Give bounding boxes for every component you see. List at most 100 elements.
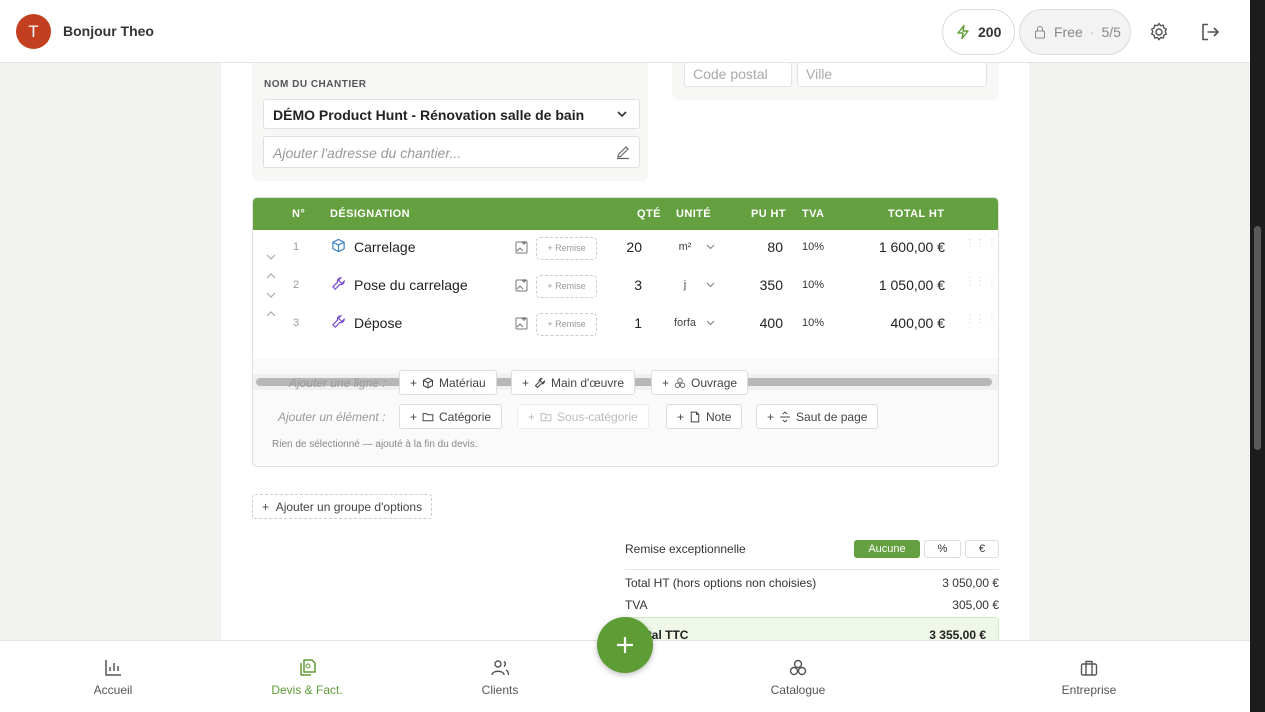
chevron-down-icon[interactable]	[705, 317, 716, 328]
add-note-button[interactable]: + Note	[666, 404, 743, 429]
chevron-down-icon[interactable]	[265, 290, 277, 299]
scrollbar-thumb[interactable]	[1254, 226, 1261, 450]
row-qte[interactable]: 3	[608, 277, 642, 293]
row-total-ht: 1 050,00 €	[878, 277, 945, 293]
row-designation[interactable]: Dépose	[354, 315, 402, 331]
selection-hint: Rien de sélectionné — ajouté à la fin du…	[272, 439, 478, 450]
remise-option-euro[interactable]: €	[965, 540, 999, 558]
add-ouvrage-button[interactable]: + Ouvrage	[651, 370, 749, 395]
chantier-value: DÉMO Product Hunt - Rénovation salle de …	[273, 107, 585, 123]
add-saut-page-label: Saut de page	[796, 409, 868, 424]
row-pu-ht[interactable]: 350	[733, 277, 783, 293]
plus-icon: +	[410, 375, 418, 390]
plan-badge[interactable]: Free · 5/5	[1019, 9, 1131, 55]
add-categorie-button[interactable]: + Catégorie	[399, 404, 503, 429]
table-row[interactable]: 2 Pose du carrelage + Remise 3 j 350 10%…	[253, 268, 998, 306]
chevron-down-icon[interactable]	[705, 241, 716, 252]
nav-clients[interactable]: Clients	[440, 658, 560, 697]
row-qte[interactable]: 20	[608, 239, 642, 255]
add-sous-categorie-button[interactable]: + Sous-catégorie	[517, 404, 649, 429]
nav-entreprise[interactable]: Entreprise	[1029, 658, 1149, 697]
chevron-up-icon[interactable]	[265, 272, 277, 281]
chantier-address-placeholder: Ajouter l'adresse du chantier...	[273, 145, 462, 161]
table-row[interactable]: 1 Carrelage + Remise 20 m² 80 10% 1 600,…	[253, 230, 998, 268]
logout-icon[interactable]	[1199, 21, 1221, 43]
nav-entreprise-label: Entreprise	[1061, 683, 1117, 697]
window-scrollbar[interactable]	[1250, 0, 1265, 712]
row-designation[interactable]: Pose du carrelage	[354, 277, 468, 293]
row-pu-ht[interactable]: 80	[733, 239, 783, 255]
row-total-ht: 400,00 €	[890, 315, 946, 331]
plan-name: Free	[1054, 24, 1083, 40]
add-categorie-label: Catégorie	[439, 409, 492, 424]
remise-option-percent[interactable]: %	[924, 540, 961, 558]
image-add-icon[interactable]	[515, 240, 529, 254]
cubes-icon	[674, 377, 686, 388]
plus-icon: +	[262, 500, 276, 514]
add-options-group-button[interactable]: + Ajouter un groupe d'options	[252, 494, 433, 519]
city-field[interactable]: Ville	[797, 61, 987, 87]
folder-icon	[422, 412, 434, 421]
add-line-label: Ajouter une ligne :	[289, 376, 386, 390]
nav-catalogue[interactable]: Catalogue	[738, 658, 858, 697]
chevron-down-icon[interactable]	[705, 279, 716, 290]
plus-icon: +	[410, 409, 418, 424]
add-saut-page-button[interactable]: + Saut de page	[756, 404, 879, 429]
tva-value: 305,00 €	[952, 598, 999, 612]
avatar[interactable]: T	[16, 14, 51, 49]
chantier-address-input[interactable]: Ajouter l'adresse du chantier...	[263, 136, 640, 168]
row-unite[interactable]: forfa	[671, 317, 699, 329]
create-fab-button[interactable]	[597, 617, 653, 673]
row-tva[interactable]: 10%	[802, 241, 824, 253]
nav-devis[interactable]: Devis & Fact.	[247, 658, 367, 697]
chevron-down-icon	[617, 111, 627, 118]
image-add-icon[interactable]	[515, 316, 529, 330]
add-main-oeuvre-label: Main d'œuvre	[551, 375, 624, 390]
plus-icon: +	[528, 409, 536, 424]
add-materiau-button[interactable]: + Matériau	[399, 370, 497, 395]
row-qte[interactable]: 1	[608, 315, 642, 331]
pencil-icon[interactable]	[615, 144, 631, 160]
credits-badge[interactable]: 200	[942, 9, 1015, 55]
cube-icon	[332, 238, 345, 253]
wrench-icon	[332, 277, 345, 290]
plus-icon: +	[662, 375, 670, 390]
remise-option-aucune[interactable]: Aucune	[854, 540, 920, 558]
postal-code-field[interactable]: Code postal	[684, 61, 792, 87]
table-row[interactable]: 3 Dépose + Remise 1 forfa 400 10% 400,00…	[253, 306, 998, 344]
remise-button[interactable]: + Remise	[536, 313, 597, 336]
col-designation: DÉSIGNATION	[330, 208, 410, 220]
remise-button[interactable]: + Remise	[536, 275, 597, 298]
row-unite[interactable]: j	[671, 279, 699, 291]
chevron-up-icon[interactable]	[265, 310, 277, 319]
chevron-down-icon[interactable]	[265, 252, 277, 261]
plus-icon	[617, 637, 633, 653]
chantier-select[interactable]: DÉMO Product Hunt - Rénovation salle de …	[263, 99, 640, 129]
plus-icon: +	[767, 409, 775, 424]
cubes-icon	[789, 659, 807, 676]
nav-accueil[interactable]: Accueil	[53, 658, 173, 697]
more-icon[interactable]: ⋮	[987, 315, 997, 331]
add-main-oeuvre-button[interactable]: + Main d'œuvre	[511, 370, 635, 395]
row-designation[interactable]: Carrelage	[354, 239, 415, 255]
col-tva: TVA	[802, 208, 825, 220]
row-number: 2	[293, 279, 300, 291]
drag-handle-icon[interactable]: ⋮⋮	[965, 277, 985, 293]
drag-handle-icon[interactable]: ⋮⋮	[965, 239, 985, 255]
image-add-icon[interactable]	[515, 278, 529, 292]
drag-handle-icon[interactable]: ⋮⋮	[965, 315, 985, 331]
row-unite[interactable]: m²	[671, 241, 699, 253]
row-tva[interactable]: 10%	[802, 279, 824, 291]
table-body: 1 Carrelage + Remise 20 m² 80 10% 1 600,…	[253, 230, 998, 390]
remise-button[interactable]: + Remise	[536, 237, 597, 260]
gear-icon[interactable]	[1148, 21, 1170, 43]
row-pu-ht[interactable]: 400	[733, 315, 783, 331]
row-tva[interactable]: 10%	[802, 317, 824, 329]
plus-icon: +	[677, 409, 685, 424]
lock-icon	[1035, 26, 1045, 39]
wrench-icon	[332, 315, 345, 328]
more-icon[interactable]: ⋮	[987, 277, 997, 293]
col-pu-ht: PU HT	[751, 208, 786, 220]
more-icon[interactable]: ⋮	[987, 239, 997, 255]
row-number: 1	[293, 241, 300, 253]
